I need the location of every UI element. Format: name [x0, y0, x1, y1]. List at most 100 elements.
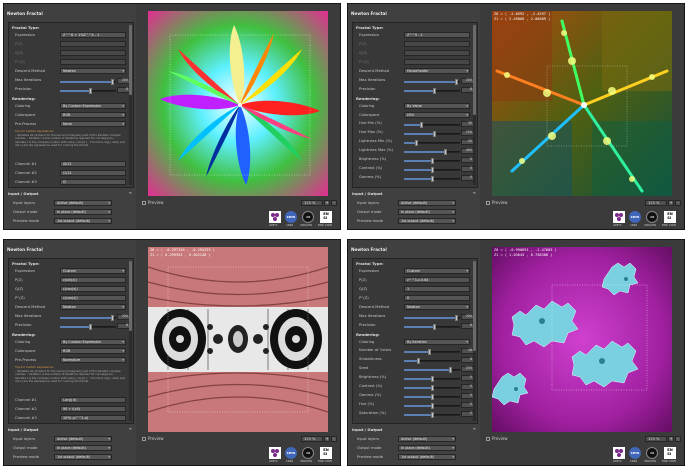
output-mode-select[interactable]: In place (default): [398, 209, 456, 216]
zoom-in-icon[interactable]: +: [324, 200, 330, 206]
scrollbar[interactable]: [129, 261, 132, 421]
pz-field[interactable]: -: [60, 41, 126, 48]
zoom-out-icon[interactable]: -: [675, 436, 681, 442]
colorspace-select[interactable]: RGB: [60, 112, 126, 119]
input-layers-select[interactable]: Active (default): [54, 200, 112, 207]
qz-field[interactable]: -: [60, 50, 126, 57]
channel-2-field[interactable]: 90 + i(x0): [60, 406, 126, 413]
row-slider[interactable]: [404, 158, 460, 164]
preview-mode-select[interactable]: 1st output (default): [54, 454, 112, 461]
coloring-select[interactable]: By Custom Expression: [60, 339, 126, 346]
zoom-in-icon[interactable]: +: [668, 436, 674, 442]
coloring-select[interactable]: By Custom Expression: [60, 103, 126, 110]
channel-1-field[interactable]: i-arg( d): [60, 397, 126, 404]
zoom-out-icon[interactable]: -: [331, 200, 337, 206]
colorspace-select[interactable]: HSV: [404, 112, 470, 119]
input-layers-select[interactable]: Active (default): [398, 200, 456, 207]
row-slider[interactable]: [404, 358, 460, 364]
descent-select[interactable]: Newton: [404, 304, 470, 311]
coloring-select[interactable]: By Value: [404, 103, 470, 110]
row-slider[interactable]: [404, 367, 460, 373]
input-layers-select[interactable]: Active (default): [54, 436, 112, 443]
preview-checkbox[interactable]: Preview: [486, 200, 508, 205]
collapse-icon[interactable]: ≡: [129, 190, 132, 195]
collapse-icon[interactable]: ≡: [473, 190, 476, 195]
row-slider[interactable]: [404, 140, 460, 146]
precision-slider[interactable]: [60, 324, 116, 330]
coloring-select[interactable]: By Iteration: [404, 339, 470, 346]
input-layers-select[interactable]: Active (default): [398, 436, 456, 443]
fractal-type-heading: Fractal Type:: [12, 25, 40, 30]
max-iterations-slider[interactable]: [60, 315, 116, 321]
zoom-in-icon[interactable]: +: [668, 200, 674, 206]
preview-checkbox[interactable]: Preview: [486, 436, 508, 441]
row-slider[interactable]: [404, 412, 460, 418]
collapse-icon[interactable]: ≡: [473, 426, 476, 431]
row-slider[interactable]: [404, 349, 460, 355]
zoom-field[interactable]: 125 %: [645, 436, 667, 442]
preview-checkbox[interactable]: Preview: [142, 200, 164, 205]
preview-canvas[interactable]: Z0 = ( -2.0592 , -2.4297 ) Z1 = ( 2.4906…: [492, 11, 672, 196]
row-slider[interactable]: [404, 167, 460, 173]
preview-canvas[interactable]: Z0 = ( -0.297126 , -0.294333 ) Z1 = ( 0.…: [148, 247, 328, 432]
pz-field[interactable]: c(sin(z)): [60, 277, 126, 284]
zoom-out-icon[interactable]: -: [675, 200, 681, 206]
zoom-field[interactable]: 125 %: [645, 200, 667, 206]
output-mode-select[interactable]: In place (default): [54, 209, 112, 216]
colorspace-select[interactable]: RGB: [60, 348, 126, 355]
channel-1-field[interactable]: i0/12: [60, 161, 126, 168]
expression-select[interactable]: Custom: [60, 268, 126, 275]
row-slider[interactable]: [404, 403, 460, 409]
channel-2-field[interactable]: i1/12: [60, 170, 126, 177]
channel-3-field[interactable]: 10*(i-(z^^2-d): [60, 415, 126, 422]
max-iterations-slider[interactable]: [404, 79, 460, 85]
scrollbar[interactable]: [473, 25, 476, 185]
expression-select[interactable]: Custom: [404, 268, 470, 275]
row-slider[interactable]: [404, 176, 460, 182]
ppz-field[interactable]: 0: [404, 295, 470, 302]
zoom-field[interactable]: 125 %: [301, 200, 323, 206]
ppz-field[interactable]: -: [60, 59, 126, 66]
precision-slider[interactable]: [60, 88, 116, 94]
max-iterations-slider[interactable]: [404, 315, 460, 321]
preview-canvas[interactable]: [148, 11, 328, 196]
row-slider[interactable]: [404, 149, 460, 155]
row-slider[interactable]: [404, 131, 460, 137]
precision-slider[interactable]: [404, 88, 460, 94]
output-mode-select[interactable]: In place (default): [398, 445, 456, 452]
preview-checkbox[interactable]: Preview: [142, 436, 164, 441]
zoom-in-icon[interactable]: +: [324, 436, 330, 442]
channel-3-field[interactable]: i2: [60, 179, 126, 186]
scrollbar[interactable]: [129, 25, 132, 185]
descent-select[interactable]: Newton: [60, 304, 126, 311]
zoom-out-icon[interactable]: -: [331, 436, 337, 442]
zoom-field[interactable]: 125 %: [301, 436, 323, 442]
row-slider[interactable]: [404, 376, 460, 382]
output-mode-select[interactable]: In place (default): [54, 445, 112, 452]
expression-field[interactable]: Z^^5 - 1: [404, 32, 470, 39]
preview-mode-select[interactable]: 1st output (default): [398, 454, 456, 461]
preview-canvas[interactable]: Z0 = ( -0.990691 , -1.47683 ) Z1 = ( 1.0…: [492, 247, 672, 432]
precision-slider[interactable]: [404, 324, 460, 330]
preview-mode-select[interactable]: 1st output (default): [54, 218, 112, 225]
descent-select[interactable]: Newton: [60, 68, 126, 75]
preview-mode-select[interactable]: 1st output (default): [398, 218, 456, 225]
scrollbar[interactable]: [473, 261, 476, 421]
row-slider[interactable]: [404, 394, 460, 400]
row-slider[interactable]: [404, 385, 460, 391]
expression-field[interactable]: Z^^6 + 1%Z^^4 - 1: [60, 32, 126, 39]
preprocess-select[interactable]: None: [60, 121, 126, 128]
row-slider[interactable]: [404, 122, 460, 128]
pz-field[interactable]: z^^3-z-0.64: [404, 277, 470, 284]
descent-label: Descent Method: [359, 69, 390, 73]
ppz-field[interactable]: -: [404, 59, 470, 66]
qz-field[interactable]: -: [404, 50, 470, 57]
preprocess-select[interactable]: Normalize: [60, 357, 126, 364]
ppz-field[interactable]: c(cos(z)): [60, 295, 126, 302]
descent-select[interactable]: Householder: [404, 68, 470, 75]
pz-field[interactable]: -: [404, 41, 470, 48]
qz-field[interactable]: 1: [404, 286, 470, 293]
collapse-icon[interactable]: ≡: [129, 426, 132, 431]
max-iterations-slider[interactable]: [60, 79, 116, 85]
qz-field[interactable]: c(cos(z)): [60, 286, 126, 293]
